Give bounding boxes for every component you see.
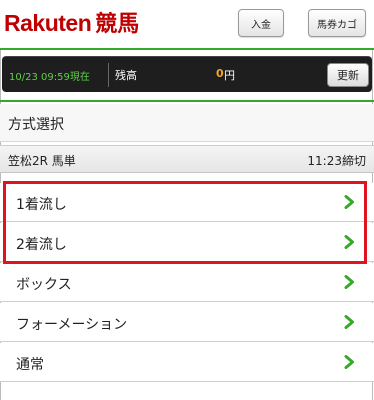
page-title: 方式選択 [8,117,64,133]
chevron-right-icon [344,315,354,329]
logo-rakuten-text: Rakuten [4,10,92,36]
status-separator [108,63,109,87]
deposit-button[interactable]: 入金 [238,9,284,37]
list-item-label: ボックス [16,277,72,293]
list-item-normal[interactable]: 通常 [0,343,374,382]
section-header: 方式選択 [0,104,374,142]
status-bar: 10/23 09:59現在 残高 0 円 更新 [2,56,372,92]
chevron-right-icon [344,195,354,209]
list-item-label: 2着流し [16,237,67,253]
list-item-label: 通常 [16,357,44,373]
list-item-label: フォーメーション [16,317,128,333]
status-datetime: 10/23 09:59現在 [9,72,90,83]
balance-label: 残高 [115,69,137,82]
race-info-bar: 笠松2R 馬単 11:23締切 [0,145,374,173]
chevron-right-icon [344,275,354,289]
chevron-right-icon [344,235,354,249]
app-header: Rakuten 競馬 入金 馬券カゴ [0,0,374,48]
ticket-cart-button[interactable]: 馬券カゴ [308,9,366,37]
list-item-box[interactable]: ボックス [0,263,374,302]
list-item-first-place-nagashi[interactable]: 1着流し [0,183,374,222]
chevron-right-icon [344,355,354,369]
list-item-formation[interactable]: フォーメーション [0,303,374,342]
balance-amount: 0 [216,67,224,80]
header-divider-bottom [0,100,374,102]
refresh-button[interactable]: 更新 [327,63,369,87]
race-name: 笠松2R 馬単 [8,154,76,168]
list-item-second-place-nagashi[interactable]: 2着流し [0,223,374,262]
race-deadline: 11:23締切 [307,154,366,168]
rakuten-keiba-logo[interactable]: Rakuten 競馬 [4,6,139,38]
header-divider-top [0,48,374,50]
list-item-label: 1着流し [16,197,67,213]
balance-unit: 円 [224,69,235,82]
logo-keiba-text: 競馬 [95,12,140,37]
